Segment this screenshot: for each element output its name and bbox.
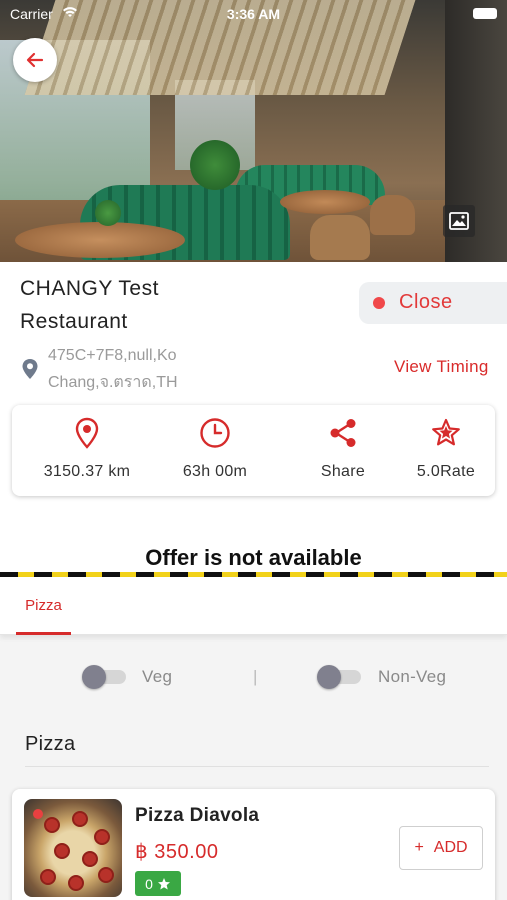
item-rating-value: 0 [145,875,153,892]
star-filled-icon [157,877,170,889]
distance-label: 3150.37 km [43,463,131,480]
time-stat: 63h 00m [155,405,275,496]
restaurant-info-section: CHANGY Test Restaurant Close 475C+7F8,nu… [0,262,507,537]
add-to-cart-button[interactable]: + ADD [399,826,483,870]
menu-section-title: Pizza [25,733,76,755]
menu-item-card[interactable]: Pizza Diavola ฿ 350.00 0 + ADD [12,789,495,900]
back-button[interactable] [13,38,57,82]
veg-label: Veg [142,667,173,686]
offer-text: Offer is not available [145,545,362,570]
restaurant-address: 475C+7F8,null,Ko Chang,จ.ตราด,TH [48,347,178,391]
star-icon[interactable] [386,417,506,449]
clock-icon [155,417,275,449]
item-rating-badge: 0 [135,871,181,896]
nonveg-indicator-icon [33,809,43,819]
share-icon[interactable] [283,417,403,449]
status-label: Close [399,291,453,313]
restaurant-name: CHANGY Test Restaurant [20,277,159,333]
rating-stat[interactable]: 5.0Rate [386,405,506,496]
tab-pizza[interactable]: Pizza [16,577,71,635]
distance-stat: 3150.37 km [27,405,147,496]
nonveg-toggle[interactable] [317,665,363,689]
time-label: 63h 00m [182,463,248,480]
rating-label[interactable]: 5.0Rate [386,463,506,481]
battery-icon [473,8,497,19]
nonveg-label: Non-Veg [378,667,447,686]
gallery-button[interactable] [443,205,475,237]
image-icon [449,212,469,230]
section-divider [25,766,489,767]
item-name: Pizza Diavola [135,805,260,826]
item-price: ฿ 350.00 [135,841,219,863]
share-label[interactable]: Share [283,463,403,481]
status-bar: Carrier 3:36 AM [0,0,507,28]
clock-time: 3:36 AM [226,6,281,22]
view-timing-link[interactable]: View Timing [394,357,489,377]
offer-banner: Offer is not available [0,537,507,577]
plus-icon: + [414,839,424,856]
address-pin-icon [21,358,39,385]
add-button-label: ADD [433,839,468,856]
filter-separator: | [253,667,258,686]
open-status-badge: Close [359,282,507,324]
arrow-left-icon [26,52,44,68]
location-pin-icon [27,417,147,449]
status-dot-icon [373,297,385,309]
tab-active-indicator [16,632,71,635]
restaurant-cover-image [0,0,507,262]
restaurant-stats-card: 3150.37 km 63h 00m Share 5.0Rate [12,405,495,496]
veg-toggle[interactable] [82,665,128,689]
tab-pizza-label[interactable]: Pizza [16,597,71,614]
share-stat[interactable]: Share [283,405,403,496]
veg-filter-bar: Veg | Non-Veg [0,650,507,706]
category-tab-bar: Pizza [0,577,507,635]
